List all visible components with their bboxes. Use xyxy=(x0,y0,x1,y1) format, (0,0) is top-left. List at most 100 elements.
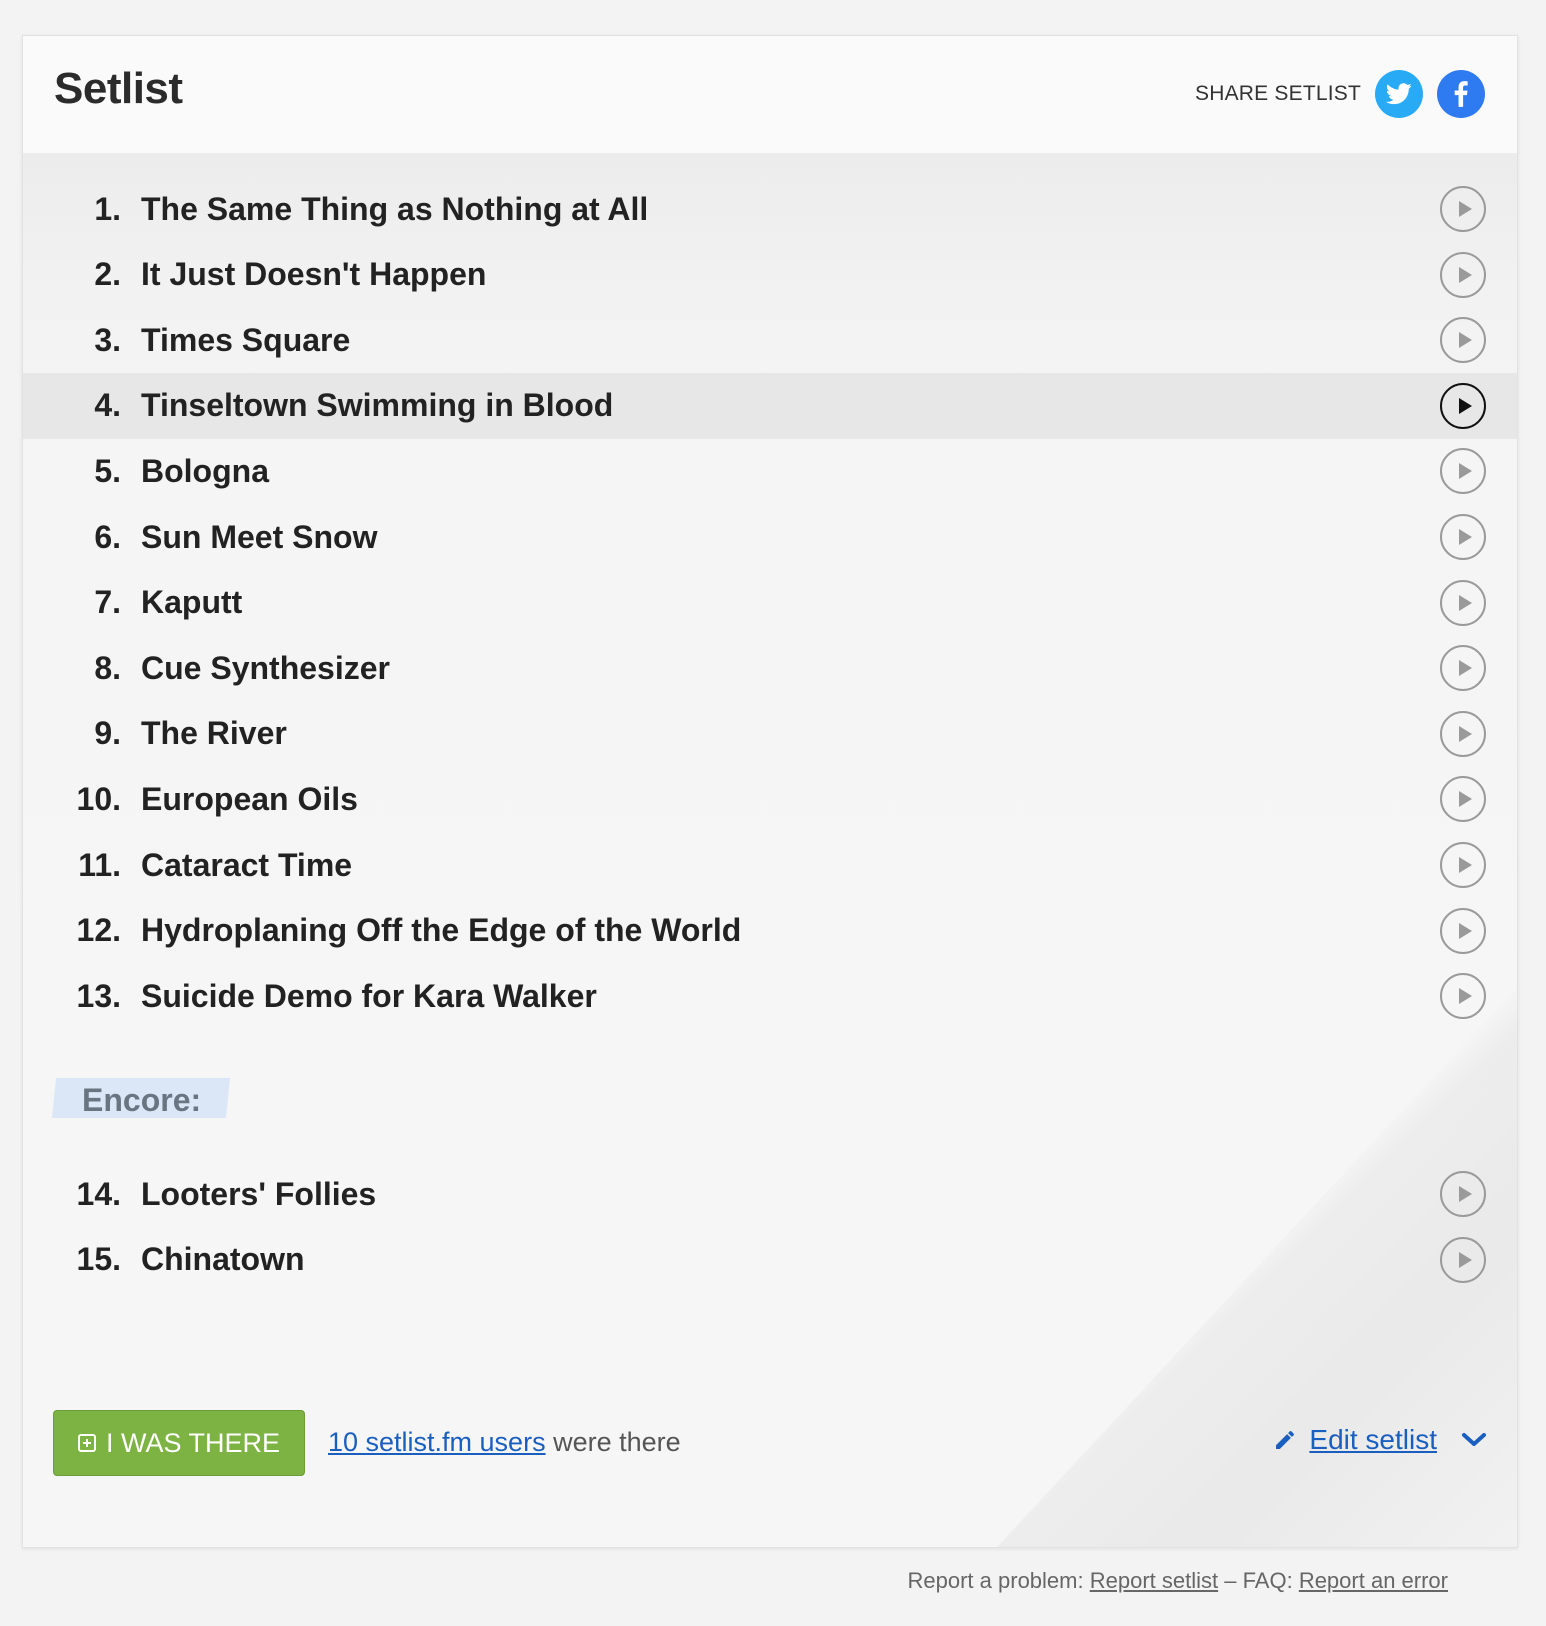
song-title[interactable]: Hydroplaning Off the Edge of the World xyxy=(141,912,741,949)
song-title[interactable]: The Same Thing as Nothing at All xyxy=(141,191,648,228)
users-suffix: were there xyxy=(545,1427,681,1457)
song-row: 11. Cataract Time xyxy=(23,832,1517,898)
play-button[interactable] xyxy=(1440,382,1486,429)
play-button[interactable] xyxy=(1440,842,1486,888)
attendance-text: 10 setlist.fm users were there xyxy=(328,1427,681,1458)
play-icon xyxy=(1458,463,1472,480)
song-number: 11. xyxy=(78,846,121,883)
pencil-icon xyxy=(1276,1431,1295,1449)
play-icon xyxy=(1458,266,1472,283)
song-row: 3. Times Square xyxy=(23,307,1517,373)
twitter-icon xyxy=(1386,83,1412,105)
song-number: 9. xyxy=(94,715,121,752)
facebook-share-button[interactable] xyxy=(1437,70,1485,118)
setlist-header: Setlist SHARE SETLIST xyxy=(23,36,1517,153)
song-number: 6. xyxy=(94,518,121,555)
play-button[interactable] xyxy=(1440,907,1486,954)
play-icon xyxy=(1458,1186,1472,1202)
report-setlist-link[interactable]: Report setlist xyxy=(1090,1568,1218,1593)
play-button[interactable] xyxy=(1440,448,1486,495)
play-button[interactable] xyxy=(1440,514,1486,560)
song-number: 3. xyxy=(94,321,121,358)
song-row: 8. Cue Synthesizer xyxy=(23,635,1517,701)
song-number: 2. xyxy=(94,256,121,293)
edit-setlist: Edit setlist xyxy=(1273,1424,1487,1456)
song-row: 10. European Oils xyxy=(23,766,1517,832)
song-number: 5. xyxy=(94,452,121,489)
song-row: 7. Kaputt xyxy=(23,570,1517,636)
play-icon xyxy=(1458,332,1472,349)
song-row: 5. Bologna xyxy=(23,438,1517,504)
song-row: 9. The River xyxy=(23,701,1517,767)
song-title[interactable]: Cataract Time xyxy=(141,847,352,884)
song-title[interactable]: Cue Synthesizer xyxy=(141,650,390,687)
song-number: 8. xyxy=(94,649,121,686)
play-button[interactable] xyxy=(1440,317,1486,364)
play-icon xyxy=(1458,594,1472,611)
song-row: 1. The Same Thing as Nothing at All xyxy=(23,176,1517,242)
song-number: 15. xyxy=(76,1241,121,1278)
song-title[interactable]: Times Square xyxy=(141,322,350,359)
encore-label: Encore: xyxy=(82,1082,202,1118)
song-number: 12. xyxy=(76,912,121,949)
song-number: 4. xyxy=(94,387,121,424)
i-was-there-button[interactable]: I WAS THERE xyxy=(53,1410,305,1476)
song-title[interactable]: The River xyxy=(141,715,287,752)
song-row: 13. Suicide Demo for Kara Walker xyxy=(23,963,1517,1029)
play-icon xyxy=(1458,1251,1472,1268)
report-footer: Report a problem: Report setlist – FAQ: … xyxy=(908,1568,1448,1594)
chevron-down-icon[interactable] xyxy=(1461,1432,1487,1448)
play-icon xyxy=(1458,529,1472,545)
play-button[interactable] xyxy=(1440,710,1486,757)
song-row: 15. Chinatown xyxy=(23,1227,1517,1293)
song-title[interactable]: Tinseltown Swimming in Blood xyxy=(141,387,613,424)
song-number: 10. xyxy=(76,780,121,817)
plus-square-icon xyxy=(77,1434,96,1452)
twitter-share-button[interactable] xyxy=(1375,70,1423,118)
song-title[interactable]: Suicide Demo for Kara Walker xyxy=(141,978,597,1015)
song-row: 4. Tinseltown Swimming in Blood xyxy=(23,372,1517,439)
song-number: 13. xyxy=(76,977,121,1014)
song-title[interactable]: Chinatown xyxy=(141,1241,305,1278)
song-number: 1. xyxy=(94,190,121,227)
song-title[interactable]: Looters' Follies xyxy=(141,1176,376,1213)
song-title[interactable]: Bologna xyxy=(141,453,269,490)
play-icon xyxy=(1458,857,1472,873)
play-button[interactable] xyxy=(1440,1171,1486,1217)
play-icon xyxy=(1458,791,1472,808)
play-icon xyxy=(1458,397,1472,414)
song-number: 7. xyxy=(94,584,121,621)
song-title[interactable]: Sun Meet Snow xyxy=(141,519,377,556)
play-button[interactable] xyxy=(1440,251,1486,298)
song-row: 2. It Just Doesn't Happen xyxy=(23,242,1517,308)
play-button[interactable] xyxy=(1440,776,1486,823)
play-button[interactable] xyxy=(1440,973,1486,1020)
play-icon xyxy=(1458,201,1472,217)
play-button[interactable] xyxy=(1440,186,1486,232)
play-button[interactable] xyxy=(1440,579,1486,626)
users-link[interactable]: 10 setlist.fm users xyxy=(328,1427,546,1457)
footer-prefix: Report a problem: xyxy=(907,1568,1090,1593)
footer-separator: – FAQ: xyxy=(1218,1568,1299,1593)
facebook-icon xyxy=(1454,81,1468,107)
play-button[interactable] xyxy=(1440,645,1486,692)
play-button[interactable] xyxy=(1440,1236,1486,1283)
song-title[interactable]: Kaputt xyxy=(141,584,242,621)
report-error-link[interactable]: Report an error xyxy=(1299,1568,1448,1593)
play-icon xyxy=(1458,988,1472,1005)
song-row: 6. Sun Meet Snow xyxy=(23,504,1517,570)
edit-setlist-link[interactable]: Edit setlist xyxy=(1309,1424,1437,1456)
song-number: 14. xyxy=(76,1175,121,1212)
page-title: Setlist xyxy=(54,64,183,113)
song-row: 14. Looters' Follies xyxy=(23,1161,1517,1227)
play-icon xyxy=(1458,922,1472,939)
share-label: SHARE SETLIST xyxy=(1195,82,1361,105)
song-title[interactable]: It Just Doesn't Happen xyxy=(141,256,486,293)
i-was-there-label: I WAS THERE xyxy=(105,1427,281,1458)
song-row: 12. Hydroplaning Off the Edge of the Worl… xyxy=(23,898,1517,964)
play-icon xyxy=(1458,725,1472,742)
play-icon xyxy=(1458,660,1472,677)
song-title[interactable]: European Oils xyxy=(141,781,358,818)
setlist-card: Setlist SHARE SETLIST 1. The Same Thing a… xyxy=(22,35,1518,1548)
share-setlist: SHARE SETLIST xyxy=(1195,70,1485,118)
